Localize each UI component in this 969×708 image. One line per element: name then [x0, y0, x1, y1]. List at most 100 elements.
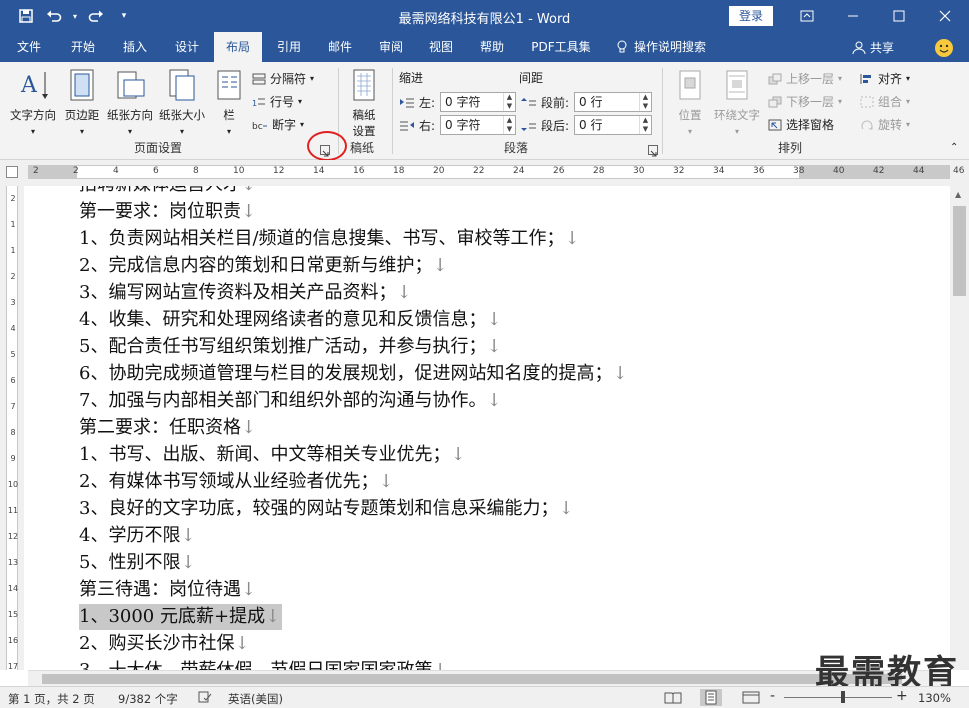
indent-right-spinner[interactable]: ▲ ▼: [503, 116, 515, 134]
print-layout-button[interactable]: [700, 689, 722, 706]
text-direction-button[interactable]: A 文字方向 ▾: [6, 68, 60, 137]
word-count[interactable]: 9/382 个字: [118, 691, 178, 707]
send-backward-button[interactable]: 下移一层 ▾: [768, 93, 842, 110]
margins-button[interactable]: 页边距 ▾: [60, 68, 104, 137]
paragraph-text: 2、购买长沙市社保: [79, 633, 235, 654]
tell-me-search[interactable]: 操作说明搜索: [616, 32, 724, 62]
line-numbers-label: 行号: [270, 95, 295, 109]
ruler-track[interactable]: 2 2 4 6 8 10 12 14 16 18 20 22 24 26 28 30 32 34 36 38 40 42 4…: [28, 165, 964, 179]
tab-help[interactable]: 帮助: [469, 32, 515, 62]
tab-file[interactable]: 文件: [6, 32, 52, 62]
spacing-before-input[interactable]: 0 行 ▲ ▼: [574, 92, 652, 112]
document-paragraph[interactable]: 2、有媒体书写领域从业经验者优先；↓: [79, 469, 394, 495]
minimize-button[interactable]: [830, 0, 876, 32]
manuscript-icon: [353, 69, 375, 101]
tab-design[interactable]: 设计: [164, 32, 210, 62]
zoom-slider[interactable]: [784, 697, 892, 698]
proofing-icon[interactable]: [198, 691, 212, 706]
tab-insert[interactable]: 插入: [112, 32, 158, 62]
web-layout-button[interactable]: [742, 691, 760, 707]
document-paragraph[interactable]: 3、编写网站宣传资料及相关产品资料；↓: [79, 280, 412, 306]
document-paragraph[interactable]: 第三待遇：岗位待遇↓: [79, 577, 256, 603]
ribbon-display-button[interactable]: [784, 0, 830, 32]
align-button[interactable]: 对齐 ▾: [860, 70, 910, 87]
paragraph-dialog-launcher[interactable]: [648, 145, 658, 157]
text-direction-icon: A: [20, 72, 48, 99]
rotate-button[interactable]: 旋转 ▾: [860, 116, 910, 133]
document-paragraph[interactable]: 3、良好的文字功底，较强的网站专题策划和信息采编能力；↓: [79, 496, 574, 522]
orientation-button[interactable]: 纸张方向 ▾: [104, 68, 156, 137]
maximize-button[interactable]: [876, 0, 922, 32]
document-paragraph[interactable]: 2、完成信息内容的策划和日常更新与维护；↓: [79, 253, 448, 279]
document-paragraph[interactable]: 5、性别不限↓: [79, 550, 196, 576]
zoom-slider-thumb[interactable]: [841, 691, 845, 703]
share-button[interactable]: 共享: [852, 39, 894, 56]
document-paragraph[interactable]: 1、负责网站相关栏目/频道的信息搜集、书写、审校等工作；↓: [79, 226, 580, 252]
position-button[interactable]: 位置 ▾: [670, 68, 710, 137]
read-mode-button[interactable]: [664, 691, 682, 707]
vertical-scrollbar[interactable]: ▲: [950, 186, 969, 670]
document-paragraph[interactable]: 第一要求：岗位职责↓: [79, 199, 256, 225]
scroll-up-icon[interactable]: ▲: [955, 190, 961, 199]
tab-review[interactable]: 审阅: [368, 32, 414, 62]
manuscript-settings-button[interactable]: 稿纸 设置: [344, 68, 384, 139]
paragraph-mark: ↓: [558, 498, 574, 519]
page-count[interactable]: 第 1 页，共 2 页: [8, 691, 95, 707]
document-paragraph[interactable]: 4、学历不限↓: [79, 523, 196, 549]
document-paragraph[interactable]: 1、书写、出版、新闻、中文等相关专业优先；↓: [79, 442, 466, 468]
paragraph-text: 5、配合责任书写组织策划推广活动，并参与执行；: [79, 336, 487, 357]
tab-selector-button[interactable]: [6, 166, 18, 178]
selection-pane-button[interactable]: 选择窗格: [768, 116, 834, 133]
document-paragraph[interactable]: 2、购买长沙市社保↓: [79, 631, 250, 657]
spacing-after-icon: [521, 123, 536, 131]
document-paragraph[interactable]: 3、十大休，带薪休假，节假日国家国家政策↓: [79, 658, 448, 670]
hyphenation-button[interactable]: bc 断字 ▾: [252, 116, 304, 133]
spacing-after-input[interactable]: 0 行 ▲ ▼: [574, 115, 652, 135]
document-paragraph[interactable]: 7、加强与内部相关部门和组织外部的沟通与协作。↓: [79, 388, 502, 414]
size-button[interactable]: 纸张大小 ▾: [156, 68, 208, 137]
size-label: 纸张大小: [159, 108, 205, 122]
tab-layout[interactable]: 布局: [214, 32, 262, 62]
columns-button[interactable]: 栏 ▾: [214, 68, 244, 137]
indent-right-input[interactable]: 0 字符 ▲ ▼: [440, 115, 516, 135]
paragraph-text: 3、十大休，带薪休假，节假日国家国家政策: [79, 660, 432, 670]
document-page[interactable]: 招聘新媒体运营人才↓第一要求：岗位职责↓1、负责网站相关栏目/频道的信息搜集、书…: [30, 186, 949, 670]
tab-home[interactable]: 开始: [60, 32, 106, 62]
tab-pdf-tools[interactable]: PDF工具集: [524, 32, 598, 62]
login-button[interactable]: 登录: [729, 6, 773, 26]
tab-mailings[interactable]: 邮件: [317, 32, 363, 62]
group-objects-button[interactable]: 组合 ▾: [860, 93, 910, 110]
vertical-scroll-thumb[interactable]: [953, 206, 966, 296]
document-paragraph[interactable]: 第二要求：任职资格↓: [79, 415, 256, 441]
dialog-launcher-icon: [650, 150, 657, 157]
zoom-level[interactable]: 130%: [918, 691, 951, 705]
paragraph-text: 2、完成信息内容的策划和日常更新与维护；: [79, 255, 433, 276]
wrap-text-button[interactable]: 环绕文字 ▾: [710, 68, 764, 137]
zoom-out-button[interactable]: -: [770, 688, 775, 704]
lightbulb-icon: [617, 40, 627, 53]
horizontal-scroll-thumb[interactable]: [42, 674, 902, 684]
breaks-button[interactable]: 分隔符 ▾: [252, 70, 314, 87]
collapse-ribbon-button[interactable]: ⌃: [950, 142, 958, 153]
tab-references[interactable]: 引用: [266, 32, 312, 62]
feedback-smiley-icon[interactable]: [935, 39, 953, 57]
indent-left-spinner[interactable]: ▲ ▼: [503, 93, 515, 111]
indent-left-input[interactable]: 0 字符 ▲ ▼: [440, 92, 516, 112]
line-numbers-button[interactable]: 1 行号 ▾: [252, 93, 302, 110]
vertical-ruler-track[interactable]: 21123456789101112131415161718: [6, 186, 18, 697]
close-button[interactable]: [922, 0, 968, 32]
zoom-in-button[interactable]: +: [896, 688, 908, 704]
document-paragraph[interactable]: 5、配合责任书写组织策划推广活动，并参与执行；↓: [79, 334, 502, 360]
paragraph-group-label: 段落: [504, 141, 529, 155]
spacing-before-spinner[interactable]: ▲ ▼: [639, 93, 651, 111]
document-paragraph[interactable]: 招聘新媒体运营人才↓: [79, 186, 256, 198]
bring-forward-button[interactable]: 上移一层 ▾: [768, 70, 842, 87]
document-paragraph[interactable]: 4、收集、研究和处理网络读者的意见和反馈信息；↓: [79, 307, 502, 333]
document-paragraph[interactable]: 6、协助完成频道管理与栏目的发展规划，促进网站知名度的提高；↓: [79, 361, 628, 387]
ruler-number: 18: [393, 166, 405, 176]
tab-view[interactable]: 视图: [418, 32, 464, 62]
horizontal-scrollbar[interactable]: [28, 670, 950, 686]
language[interactable]: 英语(美国): [228, 691, 283, 707]
spacing-after-spinner[interactable]: ▲ ▼: [639, 116, 651, 134]
document-paragraph[interactable]: 1、3000 元底薪+提成↓: [79, 604, 283, 630]
